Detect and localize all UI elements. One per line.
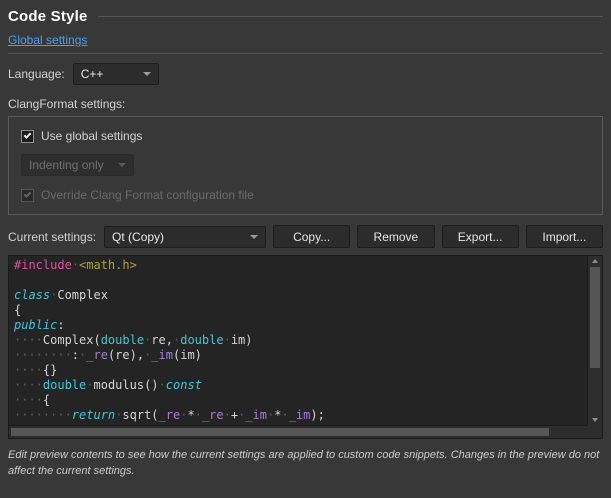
code-token: <math.h> <box>79 258 137 272</box>
code-line: ····{} <box>14 363 582 378</box>
clangformat-groupbox: Use global settings Indenting only Overr… <box>8 116 603 215</box>
code-token: public <box>14 318 57 332</box>
code-line: #include·<math.h> <box>14 258 582 273</box>
code-token: ); <box>310 408 324 422</box>
import-button[interactable]: Import... <box>526 225 603 248</box>
code-token: ········ <box>14 348 72 362</box>
footer-note: Edit preview contents to see how the cur… <box>8 448 603 480</box>
chevron-down-icon <box>143 72 151 76</box>
code-token: #include <box>14 258 72 272</box>
override-config-label: Override Clang Format configuration file <box>41 188 254 202</box>
code-token: ···· <box>14 378 43 392</box>
horizontal-scrollbar-thumb[interactable] <box>11 428 549 436</box>
code-line: ····{ <box>14 393 582 408</box>
remove-button[interactable]: Remove <box>357 225 434 248</box>
code-token: ········ <box>14 408 72 422</box>
export-button[interactable]: Export... <box>442 225 519 248</box>
code-token: (im) <box>173 348 202 362</box>
code-token: _im <box>245 408 267 422</box>
code-token: modulus() <box>94 378 159 392</box>
code-token: _im <box>151 348 173 362</box>
code-token: class <box>14 288 50 302</box>
language-row: Language: C++ <box>8 63 603 85</box>
override-config-checkbox: Override Clang Format configuration file <box>21 188 590 202</box>
code-token: _im <box>289 408 311 422</box>
code-token: · <box>72 258 79 272</box>
code-line: public: <box>14 318 582 333</box>
code-token: double <box>43 378 86 392</box>
use-global-settings-checkbox[interactable]: Use global settings <box>21 129 590 143</box>
code-line <box>14 273 582 288</box>
code-token: _re <box>86 348 108 362</box>
code-token: · <box>224 333 231 347</box>
code-token: : <box>57 318 64 332</box>
code-token: _re <box>159 408 181 422</box>
code-token: (re), <box>108 348 144 362</box>
code-token: Complex( <box>43 333 101 347</box>
code-line: ····double·modulus()·const <box>14 378 582 393</box>
scrollbar-corner <box>587 425 602 438</box>
current-settings-label: Current settings: <box>8 230 96 244</box>
code-token: im) <box>231 333 253 347</box>
indenting-mode-dropdown: Indenting only <box>21 154 134 176</box>
scroll-down-icon[interactable] <box>592 418 598 422</box>
code-editor-content[interactable]: #include·<math.h> class·Complex{public:·… <box>9 256 587 425</box>
code-token: * <box>187 408 194 422</box>
code-token: re, <box>151 333 173 347</box>
code-token: {} <box>43 363 57 377</box>
code-style-page: Code Style Global settings Language: C++… <box>0 0 611 498</box>
code-line: ····Complex(double·re,·double·im) <box>14 333 582 348</box>
code-line: ········:·_re(re),·_im(im) <box>14 348 582 363</box>
code-token: ···· <box>14 363 43 377</box>
checkbox-checked-disabled-icon <box>21 189 34 202</box>
chevron-down-icon <box>118 163 126 167</box>
checkbox-checked-icon <box>21 130 34 143</box>
code-token: : <box>72 348 79 362</box>
page-title: Code Style <box>8 8 88 25</box>
current-settings-row: Current settings: Qt (Copy) Copy... Remo… <box>8 225 603 248</box>
copy-button[interactable]: Copy... <box>273 225 350 248</box>
clangformat-section-label: ClangFormat settings: <box>8 97 603 111</box>
current-settings-dropdown[interactable]: Qt (Copy) <box>104 226 266 248</box>
header-separator <box>8 53 603 54</box>
code-token: _re <box>202 408 224 422</box>
code-line: class·Complex <box>14 288 582 303</box>
vertical-scrollbar-thumb[interactable] <box>590 267 600 368</box>
code-token: Complex <box>57 288 108 302</box>
scroll-up-icon[interactable] <box>592 259 598 263</box>
code-token: double <box>180 333 223 347</box>
chevron-down-icon <box>250 235 258 239</box>
code-token: sqrt( <box>122 408 158 422</box>
language-label: Language: <box>8 67 65 81</box>
code-token: · <box>195 408 202 422</box>
code-token: { <box>14 303 21 317</box>
code-token: const <box>166 378 202 392</box>
language-dropdown[interactable]: C++ <box>73 63 159 85</box>
code-token: + <box>231 408 238 422</box>
code-token: · <box>86 378 93 392</box>
code-token: double <box>101 333 144 347</box>
use-global-settings-label: Use global settings <box>41 129 142 143</box>
code-line: ········return·sqrt(_re·*·_re·+·_im·*·_i… <box>14 408 582 423</box>
code-token: · <box>224 408 231 422</box>
global-settings-link[interactable]: Global settings <box>8 33 87 47</box>
indenting-mode-value: Indenting only <box>29 158 104 172</box>
code-preview-editor[interactable]: #include·<math.h> class·Complex{public:·… <box>8 255 603 439</box>
header: Code Style <box>8 8 603 25</box>
code-token: { <box>43 393 50 407</box>
code-token: ···· <box>14 393 43 407</box>
vertical-scrollbar[interactable] <box>587 256 602 425</box>
code-token: ···· <box>14 333 43 347</box>
code-token: · <box>281 408 288 422</box>
code-token: · <box>159 378 166 392</box>
title-separator <box>98 16 603 17</box>
code-token: return <box>72 408 115 422</box>
current-settings-value: Qt (Copy) <box>112 230 164 244</box>
code-line: { <box>14 303 582 318</box>
horizontal-scrollbar[interactable] <box>9 425 587 438</box>
language-dropdown-value: C++ <box>81 67 104 81</box>
